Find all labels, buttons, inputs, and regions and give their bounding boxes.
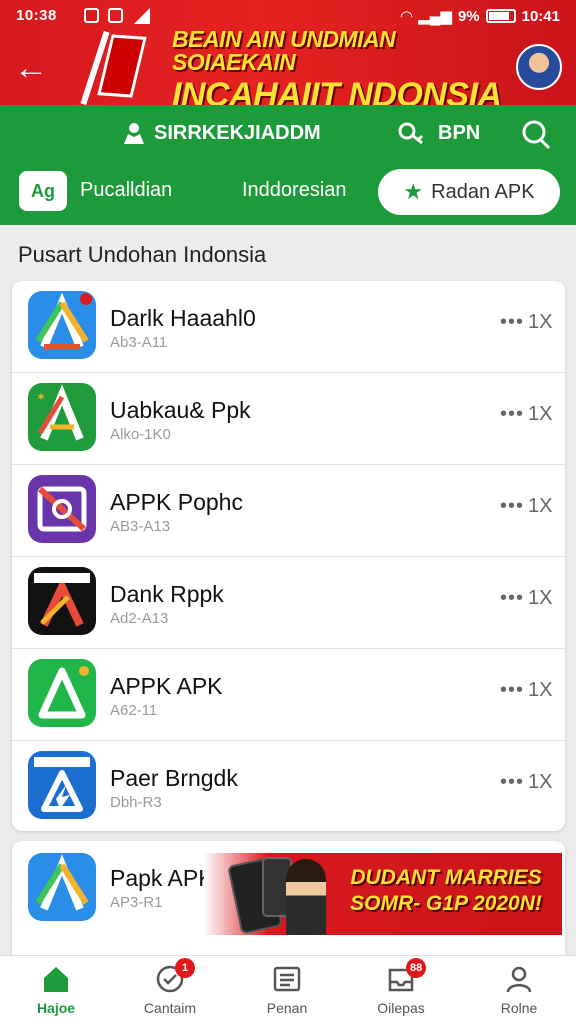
header-banner: 10:38 ◠ ▂▄▆ 9% 10:41 ← BEAIN AIN UNDMIAN… bbox=[0, 0, 576, 105]
bottom-nav: Hajoe 1 Cantaim Penan 88 Oilepas Rolne bbox=[0, 955, 576, 1024]
list-item[interactable]: Darlk Haaahl0 Ab3-A11 ••• 1X bbox=[12, 281, 565, 373]
message-icon bbox=[108, 8, 123, 23]
banner-line1: BEAIN AIN UNDMIAN SOIAEKAIN bbox=[172, 26, 396, 75]
signal-icon bbox=[134, 8, 150, 24]
nav-item-bpn-label: BPN bbox=[438, 121, 481, 144]
wifi-icon: ◠ bbox=[400, 8, 413, 25]
app-name: APPK Pophc bbox=[110, 489, 243, 515]
app-name: Dank Rppk bbox=[110, 581, 224, 607]
app-subtitle: AB3-A13 bbox=[110, 518, 171, 535]
app-icon bbox=[28, 291, 96, 359]
app-icon bbox=[28, 853, 96, 921]
bottom-nav-label: Rolne bbox=[500, 1000, 538, 1016]
app-subtitle: AP3-R1 bbox=[110, 894, 163, 911]
app-subtitle: Ad2-A13 bbox=[110, 610, 169, 627]
flag-icon bbox=[80, 30, 162, 105]
banner-line2: INCAHAIIT NDONSIA bbox=[172, 76, 502, 105]
nav-row: SIRRKEKJIADDM BPN bbox=[0, 105, 576, 163]
app-subtitle: Alko-1K0 bbox=[110, 426, 171, 443]
green-nav-bar: SIRRKEKJIADDM BPN Ag Pucalldian Inddores… bbox=[0, 105, 576, 225]
app-logo[interactable]: Ag bbox=[19, 171, 67, 211]
status-time-left: 10:38 bbox=[16, 7, 57, 24]
star-icon: ★ bbox=[403, 179, 424, 204]
tab-inddoresian[interactable]: Inddoresian bbox=[242, 179, 347, 202]
more-options-icon[interactable]: ••• bbox=[500, 403, 524, 426]
app-icon bbox=[28, 751, 96, 819]
bottom-nav-cantaim[interactable]: 1 Cantaim bbox=[125, 958, 215, 1016]
nav-item-bpn[interactable]: BPN bbox=[398, 121, 480, 145]
list-item[interactable]: Paer Brngdk Dbh-R3 ••• 1X bbox=[12, 741, 565, 831]
promo-banner[interactable]: DUDANT MARRIES SOMR- G1P 2020N! bbox=[204, 853, 562, 935]
app-name: Papk APK bbox=[110, 865, 214, 891]
battery-percent: 9% bbox=[457, 7, 480, 25]
app-name: Darlk Haaahl0 bbox=[110, 305, 256, 331]
bottom-nav-rolne[interactable]: Rolne bbox=[474, 964, 564, 1016]
profile-icon bbox=[504, 964, 534, 994]
battery-icon bbox=[485, 9, 516, 23]
close-button[interactable]: 1X bbox=[528, 587, 552, 610]
app-name: APPK APK bbox=[110, 673, 223, 699]
nav-item-account[interactable]: SIRRKEKJIADDM bbox=[122, 121, 321, 145]
home-icon bbox=[41, 964, 71, 994]
notification-badge: 1 bbox=[175, 958, 195, 978]
svg-text:✶: ✶ bbox=[36, 390, 46, 404]
close-button[interactable]: 1X bbox=[528, 679, 552, 702]
list-icon bbox=[272, 964, 302, 994]
more-options-icon[interactable]: ••• bbox=[500, 587, 524, 610]
promo-text: DUDANT MARRIES SOMR- G1P 2020N! bbox=[332, 865, 560, 918]
check-circle-icon: 1 bbox=[155, 958, 195, 994]
close-button[interactable]: 1X bbox=[528, 403, 552, 426]
person-image bbox=[286, 859, 326, 935]
list-item[interactable]: APPK Pophc AB3-A13 ••• 1X bbox=[12, 465, 565, 557]
notification-badge: 88 bbox=[406, 958, 427, 978]
app-list: Darlk Haaahl0 Ab3-A11 ••• 1X ✶ Uabkau& P… bbox=[12, 281, 565, 831]
app-subtitle: Ab3-A11 bbox=[110, 334, 168, 351]
app-name: Paer Brngdk bbox=[110, 765, 238, 791]
app-icon: ✶ bbox=[28, 383, 96, 451]
signal-bars-icon: ▂▄▆ bbox=[418, 8, 452, 25]
app-name: Uabkau& Ppk bbox=[110, 397, 251, 423]
app-subtitle: Dbh-R3 bbox=[110, 794, 162, 811]
status-time-right: 10:41 bbox=[521, 7, 560, 25]
nav-item-account-label: SIRRKEKJIADDM bbox=[154, 121, 321, 144]
section-title: Pusart Undohan Indonsia bbox=[18, 242, 267, 267]
bottom-nav-home[interactable]: Hajoe bbox=[11, 964, 101, 1016]
list-item[interactable]: Dank Rppk Ad2-A13 ••• 1X bbox=[12, 557, 565, 649]
inbox-icon: 88 bbox=[386, 958, 427, 994]
more-options-icon[interactable]: ••• bbox=[500, 311, 524, 334]
user-icon bbox=[124, 123, 144, 144]
app-icon bbox=[28, 567, 96, 635]
promo-line2: SOMR- G1P 2020N! bbox=[350, 892, 542, 916]
key-icon bbox=[398, 122, 424, 145]
bottom-nav-label: Penan bbox=[266, 1000, 308, 1016]
bottom-nav-penan[interactable]: Penan bbox=[242, 964, 332, 1016]
more-options-icon[interactable]: ••• bbox=[500, 679, 524, 702]
promo-line1: DUDANT MARRIES bbox=[350, 866, 542, 889]
promo-card[interactable]: Papk APK AP3-R1 DUDANT MARRIES SOMR- G1P… bbox=[12, 841, 565, 955]
more-options-icon[interactable]: ••• bbox=[500, 495, 524, 518]
bottom-nav-label: Cantaim bbox=[143, 1000, 197, 1016]
close-button[interactable]: 1X bbox=[528, 495, 552, 518]
avatar[interactable] bbox=[516, 44, 562, 90]
tab-radan-apk-label: Radan APK bbox=[431, 180, 535, 203]
close-button[interactable]: 1X bbox=[528, 311, 552, 334]
app-subtitle: A62-11 bbox=[110, 702, 158, 719]
list-item[interactable]: APPK APK A62-11 ••• 1X bbox=[12, 649, 565, 741]
search-icon[interactable] bbox=[520, 119, 552, 151]
more-options-icon[interactable]: ••• bbox=[500, 771, 524, 794]
banner-headline: BEAIN AIN UNDMIAN SOIAEKAIN INCAHAIIT ND… bbox=[172, 26, 512, 106]
tab-pucalldian[interactable]: Pucalldian bbox=[80, 179, 172, 202]
bottom-nav-oilepas[interactable]: 88 Oilepas bbox=[356, 958, 446, 1016]
tab-radan-apk[interactable]: ★ Radan APK bbox=[378, 169, 560, 215]
tab-row: Ag Pucalldian Inddoresian ★ Radan APK bbox=[0, 169, 576, 217]
bottom-nav-label: Oilepas bbox=[377, 1000, 425, 1016]
close-button[interactable]: 1X bbox=[528, 771, 552, 794]
back-arrow-icon[interactable]: ← bbox=[14, 50, 54, 90]
app-icon bbox=[28, 475, 96, 543]
bottom-nav-label: Hajoe bbox=[36, 1000, 76, 1016]
app-icon bbox=[28, 659, 96, 727]
notification-icon bbox=[84, 8, 99, 23]
list-item[interactable]: ✶ Uabkau& Ppk Alko-1K0 ••• 1X bbox=[12, 373, 565, 465]
